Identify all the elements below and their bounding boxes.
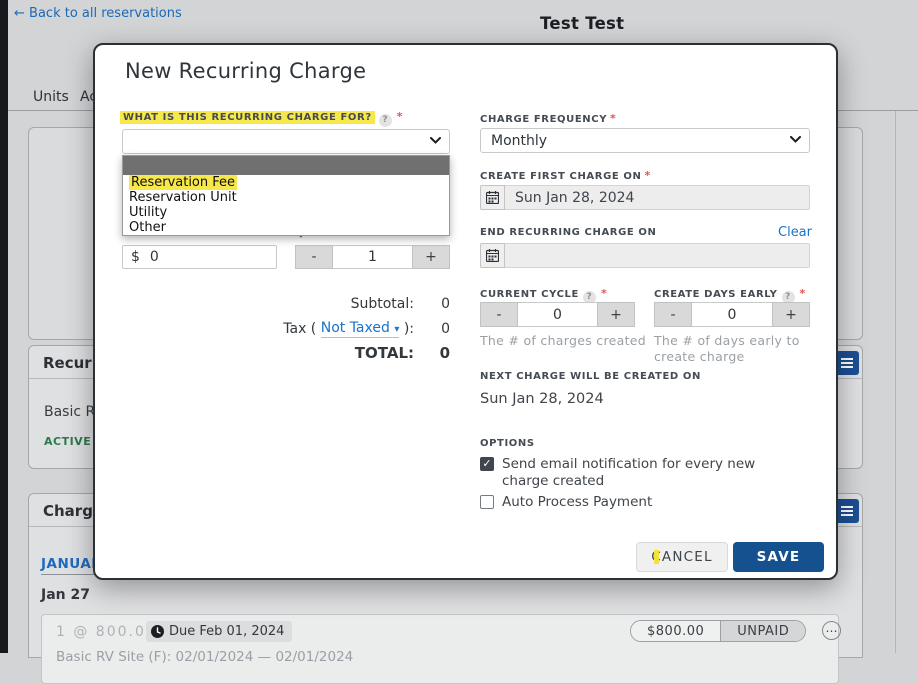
amount-value: $800.00 [631, 621, 720, 641]
qty-minus-button[interactable]: - [295, 245, 333, 269]
currency-prefix: $ [131, 249, 140, 265]
frequency-value: Monthly [491, 133, 547, 149]
new-recurring-charge-modal: New Recurring Charge WHAT IS THIS RECURR… [93, 43, 838, 580]
end-charge-date-field[interactable] [480, 243, 810, 268]
subtotal-value: 0 [414, 296, 450, 312]
calendar-icon[interactable] [480, 243, 505, 268]
dropdown-option-empty[interactable] [123, 156, 449, 175]
required-asterisk: * [397, 110, 403, 123]
cycle-value: 0 [518, 302, 597, 327]
tab-units[interactable]: Units [33, 89, 69, 105]
price-value: 0 [150, 249, 159, 265]
recurring-item-name: Basic R [44, 404, 95, 420]
tax-suffix: ): [404, 321, 414, 337]
checkbox-unchecked-icon[interactable] [480, 495, 494, 509]
auto-process-option[interactable]: Auto Process Payment [480, 494, 800, 511]
charge-frequency-select[interactable]: Monthly [480, 128, 810, 153]
days-early-plus-button[interactable]: + [772, 302, 810, 327]
amount-status-pill[interactable]: $800.00 UNPAID [630, 620, 806, 642]
charge-frequency-label: CHARGE FREQUENCY* [480, 112, 616, 125]
total-label: TOTAL: [355, 344, 414, 362]
charge-detail-line: Basic RV Site (F): 02/01/2024 — 02/01/20… [56, 649, 353, 665]
due-date-badge: Due Feb 01, 2024 [146, 621, 292, 642]
first-charge-date-field[interactable]: Sun Jan 28, 2024 [480, 185, 810, 210]
cancel-button[interactable]: CANCEL [636, 542, 728, 572]
current-cycle-help: The # of charges created [480, 333, 650, 349]
left-edge-bar [0, 0, 8, 653]
charge-day-label: Jan 27 [41, 587, 90, 603]
dropdown-option[interactable]: Reservation Unit [123, 190, 449, 205]
clear-link[interactable]: Clear [778, 225, 812, 240]
quantity-stepper: - 1 + [295, 245, 450, 269]
tax-value: 0 [414, 321, 450, 337]
ellipsis-icon: ⋯ [826, 624, 838, 638]
modal-title: New Recurring Charge [125, 59, 366, 83]
back-link-label: Back to all reservations [29, 6, 182, 21]
price-input[interactable]: $ 0 [122, 245, 277, 269]
clock-icon [151, 625, 164, 638]
back-to-reservations-link[interactable]: ← Back to all reservations [14, 6, 182, 21]
dropdown-option[interactable]: Utility [123, 205, 449, 220]
calendar-icon[interactable] [480, 185, 505, 210]
charge-item-row: 1 @ 800.00 Due Feb 01, 2024 $800.00 UNPA… [41, 614, 839, 684]
charge-for-label: WHAT IS THIS RECURRING CHARGE FOR??* [120, 110, 403, 127]
back-arrow-icon: ← [14, 6, 25, 21]
due-date-label: Due Feb 01, 2024 [169, 624, 284, 639]
total-value: 0 [414, 344, 450, 362]
tax-mode-link[interactable]: Not Taxed ▾ [321, 320, 400, 338]
charges-list-button[interactable] [835, 499, 859, 523]
cycle-minus-button[interactable]: - [480, 302, 518, 327]
required-asterisk: * [800, 287, 806, 300]
options-label: OPTIONS [480, 438, 535, 449]
subtotal-row: Subtotal: 0 [122, 296, 450, 312]
required-asterisk: * [601, 287, 607, 300]
checkbox-checked-icon[interactable]: ✓ [480, 457, 494, 471]
status-badge: ACTIVE [44, 435, 91, 448]
right-rail-divider [895, 111, 896, 653]
chevron-down-icon [430, 137, 441, 144]
required-asterisk: * [610, 112, 616, 125]
first-charge-label: CREATE FIRST CHARGE ON* [480, 169, 651, 182]
tax-prefix: Tax ( [283, 321, 316, 337]
help-icon[interactable]: ? [379, 114, 392, 127]
email-notification-label: Send email notification for every new ch… [502, 456, 800, 490]
subtotal-label: Subtotal: [351, 296, 414, 312]
dropdown-option[interactable]: Reservation Fee [123, 175, 449, 190]
auto-process-label: Auto Process Payment [502, 494, 652, 511]
end-charge-label: END RECURRING CHARGE ON [480, 227, 657, 238]
days-early-minus-button[interactable]: - [654, 302, 692, 327]
payment-status: UNPAID [720, 621, 805, 641]
list-icon [841, 506, 853, 516]
days-early-value: 0 [692, 302, 772, 327]
end-charge-date-value[interactable] [505, 243, 810, 268]
dropdown-option[interactable]: Other [123, 220, 449, 235]
qty-value: 1 [333, 245, 412, 269]
days-early-help: The # of days early to create charge [654, 333, 810, 365]
first-charge-date-value[interactable]: Sun Jan 28, 2024 [505, 185, 810, 210]
list-icon [841, 358, 853, 368]
total-row: TOTAL: 0 [122, 344, 450, 362]
required-asterisk: * [644, 169, 650, 182]
days-early-stepper: - 0 + [654, 302, 810, 327]
recurring-list-button[interactable] [835, 351, 859, 375]
charge-for-select[interactable] [122, 129, 450, 154]
current-cycle-stepper: - 0 + [480, 302, 635, 327]
charge-qty-price: 1 @ 800.00 [56, 624, 157, 640]
annotation-caret [654, 550, 659, 564]
email-notification-option[interactable]: ✓ Send email notification for every new … [480, 456, 800, 490]
chevron-down-icon [790, 136, 801, 143]
page-title: Test Test [540, 14, 624, 33]
tax-row: Tax ( Not Taxed ▾ ): 0 [122, 320, 450, 338]
qty-plus-button[interactable]: + [412, 245, 450, 269]
caret-down-icon: ▾ [394, 324, 399, 335]
charge-menu-button[interactable]: ⋯ [822, 621, 841, 640]
save-button[interactable]: SAVE [733, 542, 824, 572]
charge-for-dropdown-list: Reservation Fee Reservation Unit Utility… [122, 155, 450, 236]
next-charge-value: Sun Jan 28, 2024 [480, 391, 604, 407]
cycle-plus-button[interactable]: + [597, 302, 635, 327]
next-charge-label: NEXT CHARGE WILL BE CREATED ON [480, 371, 701, 382]
